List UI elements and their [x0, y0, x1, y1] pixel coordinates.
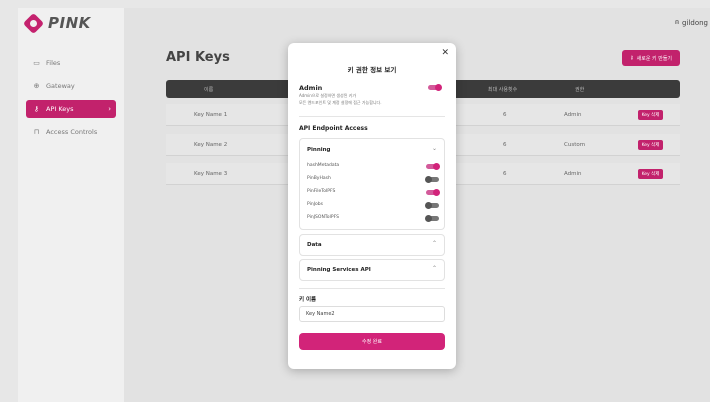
chevron-down-icon[interactable]: ⌄ [432, 145, 437, 152]
column-header-max-uses: 최대 사용횟수 [488, 87, 518, 93]
admin-description-line: 모든 엔드포인트 및 계정 설정에 접근 가능합니다. [299, 99, 382, 105]
endpoint-group-pinning: Pinning ⌄ hashMetadata PinByHash PinFile… [299, 138, 445, 230]
key-name-label: 키 이름 [299, 297, 317, 303]
role: Custom [564, 142, 586, 148]
toggle-knob [435, 83, 442, 91]
admin-toggle[interactable] [428, 83, 442, 91]
endpoint-access-title: API Endpoint Access [299, 125, 368, 132]
modal-title: 키 권한 정보 보기 [347, 66, 397, 74]
delete-key-button[interactable]: Key 삭제 [638, 140, 663, 150]
endpoint-label: PinByHash [307, 176, 331, 181]
sidebar-item-label: Files [46, 59, 61, 67]
file-icon: ▭ [33, 59, 40, 67]
delete-key-button[interactable]: Key 삭제 [638, 169, 663, 179]
toggle-knob [425, 214, 432, 222]
endpoint-toggle-pinjobs[interactable] [425, 201, 439, 209]
toggle-knob [425, 175, 432, 183]
toggle-knob [433, 188, 440, 196]
sidebar-item-label: API Keys [46, 105, 74, 113]
sidebar-item-label: Access Controls [46, 128, 98, 136]
user-icon: ⍝ [674, 18, 680, 26]
group-title: Data [307, 242, 322, 248]
sidebar-item-access-controls[interactable]: ⊓ Access Controls [26, 123, 116, 141]
endpoint-label: PinJobs [307, 202, 323, 207]
pink-logo-icon [22, 12, 45, 34]
toggle-knob [433, 162, 440, 170]
logo-text: PINK [48, 14, 91, 32]
key-permission-modal: ✕ 키 권한 정보 보기 Admin Admin으로 설정하면 생성된 키가 모… [288, 43, 456, 369]
role: Admin [564, 112, 582, 118]
key-name-input[interactable]: Key Name2 [299, 306, 445, 322]
key-name: Key Name 3 [194, 171, 228, 177]
lock-icon: ⊓ [33, 128, 40, 136]
column-header-role: 권한 [575, 87, 585, 93]
max-uses: 6 [503, 112, 507, 118]
delete-key-button[interactable]: Key 삭제 [638, 110, 663, 120]
endpoint-label: PinFileToIPFS [307, 189, 336, 194]
gateway-icon: ⊕ [33, 82, 40, 90]
role: Admin [564, 171, 582, 177]
endpoint-group-data[interactable]: Data ⌃ [299, 234, 445, 256]
group-title: Pinning Services API [307, 267, 371, 273]
close-icon[interactable]: ✕ [441, 48, 449, 58]
user-menu[interactable]: ⍝ gildong [675, 18, 708, 27]
endpoint-toggle-pinjsontoipfs[interactable] [425, 214, 439, 222]
sidebar-item-gateway[interactable]: ⊕ Gateway [26, 77, 116, 95]
page-title: API Keys [166, 50, 230, 65]
submit-button[interactable]: 수정 완료 [299, 333, 445, 350]
sidebar-item-files[interactable]: ▭ Files [26, 54, 116, 72]
endpoint-toggle-hashmetadata[interactable] [426, 162, 440, 170]
sidebar-item-label: Gateway [46, 82, 75, 90]
key-icon: ⚷ [629, 55, 634, 61]
endpoint-toggle-pinfiletoipfs[interactable] [426, 188, 440, 196]
max-uses: 6 [503, 142, 507, 148]
user-name: gildong [682, 18, 708, 27]
admin-description: Admin으로 설정하면 생성된 키가 모든 엔드포인트 및 계정 설정에 접근… [299, 93, 382, 106]
logo[interactable]: PINK [22, 12, 91, 34]
divider [299, 288, 445, 289]
chevron-up-icon: ⌃ [431, 265, 437, 272]
chevron-right-icon: › [108, 105, 111, 113]
create-key-label: 새로운 키 만들기 [636, 55, 673, 62]
endpoint-label: hashMetadata [307, 163, 340, 168]
endpoint-toggle-pinbyhash[interactable] [425, 175, 439, 183]
admin-label: Admin [299, 84, 323, 92]
endpoint-group-pinning-services[interactable]: Pinning Services API ⌃ [299, 259, 445, 281]
key-icon: ⚷ [33, 105, 40, 113]
create-key-button[interactable]: ⚷ 새로운 키 만들기 [622, 50, 680, 66]
key-name: Key Name 2 [194, 142, 228, 148]
divider [299, 116, 445, 117]
toggle-knob [425, 201, 432, 209]
column-header-name: 이름 [204, 87, 214, 93]
sidebar-nav: ▭ Files ⊕ Gateway ⚷ API Keys › ⊓ Access … [26, 54, 116, 146]
group-title[interactable]: Pinning [307, 147, 331, 153]
endpoint-label: PinJSONToIPFS [307, 215, 339, 220]
chevron-up-icon: ⌃ [431, 240, 437, 247]
max-uses: 6 [503, 171, 507, 177]
key-name: Key Name 1 [194, 112, 228, 118]
sidebar-item-api-keys[interactable]: ⚷ API Keys › [26, 100, 116, 118]
